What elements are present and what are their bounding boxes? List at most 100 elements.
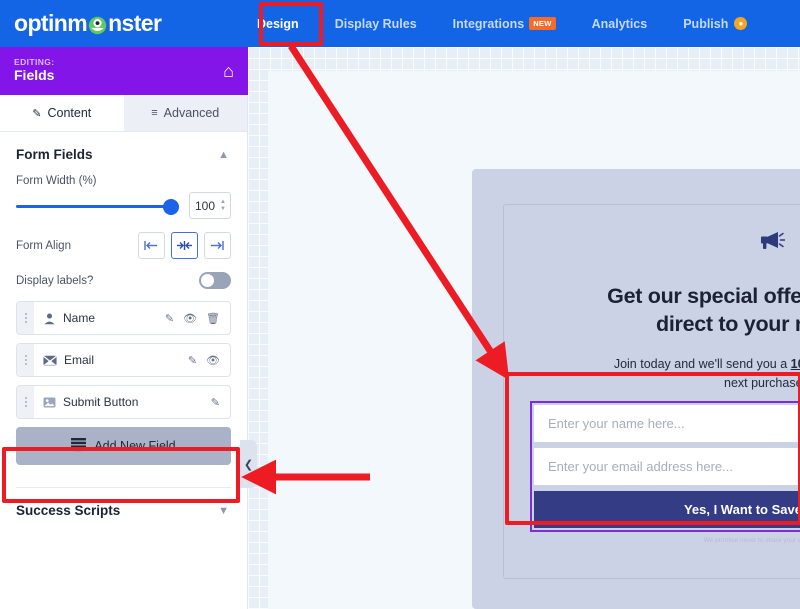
tab-integrations-label: Integrations [452,16,525,31]
field-row-name[interactable]: Name ✎ 👁 🗑 [16,301,231,335]
stepper-arrows-icon[interactable]: ▲ ▼ [220,199,230,212]
editing-context-bar: EDITING: Fields ⌂ [0,47,248,95]
name-input[interactable]: Enter your name here... [534,405,800,442]
publish-status-badge-icon: ● [734,17,748,30]
tab-publish-label: Publish [683,16,729,31]
form-width-label: Form Width (%) [16,175,97,187]
tab-content-label: Content [47,106,92,120]
display-labels-label: Display labels? [16,274,94,287]
tab-advanced[interactable]: ≡ Advanced [123,95,247,131]
person-icon [43,312,56,325]
subhead-line-2: next purchase. [724,375,800,390]
button-icon [43,396,56,408]
subhead-prefix: Join today and we'll send you a [613,357,791,371]
field-name-label: Email [64,353,95,367]
tab-display-rules-label: Display Rules [334,16,417,31]
pencil-icon: ✎ [32,107,42,120]
popup-headline: Get our special offers and news direct t… [504,283,800,338]
envelope-icon [43,355,57,366]
campaign-preview-canvas: Get our special offers and news direct t… [248,47,800,609]
tab-publish[interactable]: Publish ● [674,11,756,37]
optin-form[interactable]: Enter your name here... Enter your email… [530,401,800,532]
drag-handle-icon[interactable] [17,302,34,334]
popup-container[interactable]: Get our special offers and news direct t… [472,169,800,609]
editing-context-text: EDITING: Fields [14,58,55,83]
tab-analytics-label: Analytics [591,16,648,31]
slider-knob[interactable] [163,198,179,215]
pencil-icon[interactable]: ✎ [211,396,220,409]
main-nav: Design Display Rules Integrations NEW An… [248,0,800,47]
headline-line-2: direct to your mailbox [656,311,800,336]
popup-inner-frame: Get our special offers and news direct t… [503,204,800,579]
monster-mascot-icon [88,14,107,35]
form-width-control: 100 ▲ ▼ [0,192,247,219]
megaphone-icon [759,230,786,256]
settings-sidebar: ✎ Content ≡ Advanced Form Fields ▲ Form … [0,95,248,609]
tab-advanced-label: Advanced [163,106,220,120]
subhead-line-1: Join today and we'll send you a 10% disc… [504,355,800,374]
add-new-field-button[interactable]: Add New Field [16,427,231,465]
field-row-email[interactable]: Email ✎ 👁 [16,343,231,377]
field-actions: ✎ 👁 🗑 [165,312,230,325]
trash-icon[interactable]: 🗑 [206,312,220,325]
form-align-control: Form Align [0,219,247,259]
email-input[interactable]: Enter your email address here... [534,448,800,485]
sliders-icon: ≡ [151,107,158,119]
submit-button[interactable]: Yes, I Want to Save Money! [534,491,800,528]
tab-design[interactable]: Design [248,11,308,37]
align-right-icon[interactable] [204,232,231,259]
new-badge: NEW [529,17,556,30]
popup-fineprint: We promise never to share your email wit… [703,537,800,544]
chevron-down-icon[interactable]: ▼ [218,505,229,517]
stack-icon [71,437,87,455]
align-left-icon[interactable] [138,232,165,259]
field-name-label: Name [63,311,96,325]
tab-analytics[interactable]: Analytics [583,11,657,37]
form-fields-list: Name ✎ 👁 🗑 Email ✎ 👁 Submit Button ✎ [0,289,247,419]
drag-handle-icon[interactable] [17,344,34,376]
field-actions: ✎ 👁 [188,354,230,367]
form-width-value: 100 [195,198,216,213]
form-fields-title: Form Fields [16,147,93,162]
display-labels-control: Display labels? [0,259,247,289]
sidebar-tabs: ✎ Content ≡ Advanced [0,95,247,132]
brand-text-part2: nster [108,10,162,36]
sidebar-collapse-handle[interactable]: ❮ [240,440,257,488]
name-input-placeholder: Enter your name here... [548,416,685,431]
pencil-icon[interactable]: ✎ [165,312,174,325]
form-width-slider[interactable] [16,197,179,215]
tab-content[interactable]: ✎ Content [0,95,124,131]
chevron-up-icon[interactable]: ▲ [218,149,229,161]
top-navigation-bar: optinm nster Design Display Rules Integr… [0,0,800,47]
editing-value: Fields [14,66,55,83]
add-new-field-label: Add New Field [94,439,176,453]
brand-text-part1: optinm [14,10,88,36]
subhead-discount: 10% discount [790,357,800,371]
slider-track [16,204,179,208]
drag-handle-icon[interactable] [17,386,34,418]
tab-design-label: Design [257,16,299,31]
form-fields-section-header[interactable]: Form Fields ▲ [0,132,247,172]
eye-icon[interactable]: 👁 [206,354,220,367]
optinmonster-campaign-builder: optinm nster Design Display Rules Integr… [0,0,800,609]
pencil-icon[interactable]: ✎ [188,354,197,367]
home-icon[interactable]: ⌂ [223,62,234,80]
eye-icon[interactable]: 👁 [183,312,197,325]
form-align-buttons [138,232,231,259]
tab-display-rules[interactable]: Display Rules [326,11,426,37]
tab-integrations[interactable]: Integrations NEW [444,11,565,37]
field-row-submit-button[interactable]: Submit Button ✎ [16,385,231,419]
field-actions: ✎ [211,396,230,409]
submit-button-label: Yes, I Want to Save Money! [683,502,800,517]
align-center-icon[interactable] [171,232,198,259]
toggle-knob [201,274,214,287]
form-width-stepper[interactable]: 100 ▲ ▼ [189,192,231,219]
canvas-surface: Get our special offers and news direct t… [268,71,800,609]
field-name-label: Submit Button [63,395,139,409]
display-labels-toggle[interactable] [199,272,231,289]
email-input-placeholder: Enter your email address here... [548,459,733,474]
success-scripts-section[interactable]: Success Scripts ▼ [0,488,247,518]
popup-subheadline: Join today and we'll send you a 10% disc… [504,355,800,393]
headline-line-1: Get our special offers and news [607,284,800,308]
brand-logo[interactable]: optinm nster [0,0,248,47]
